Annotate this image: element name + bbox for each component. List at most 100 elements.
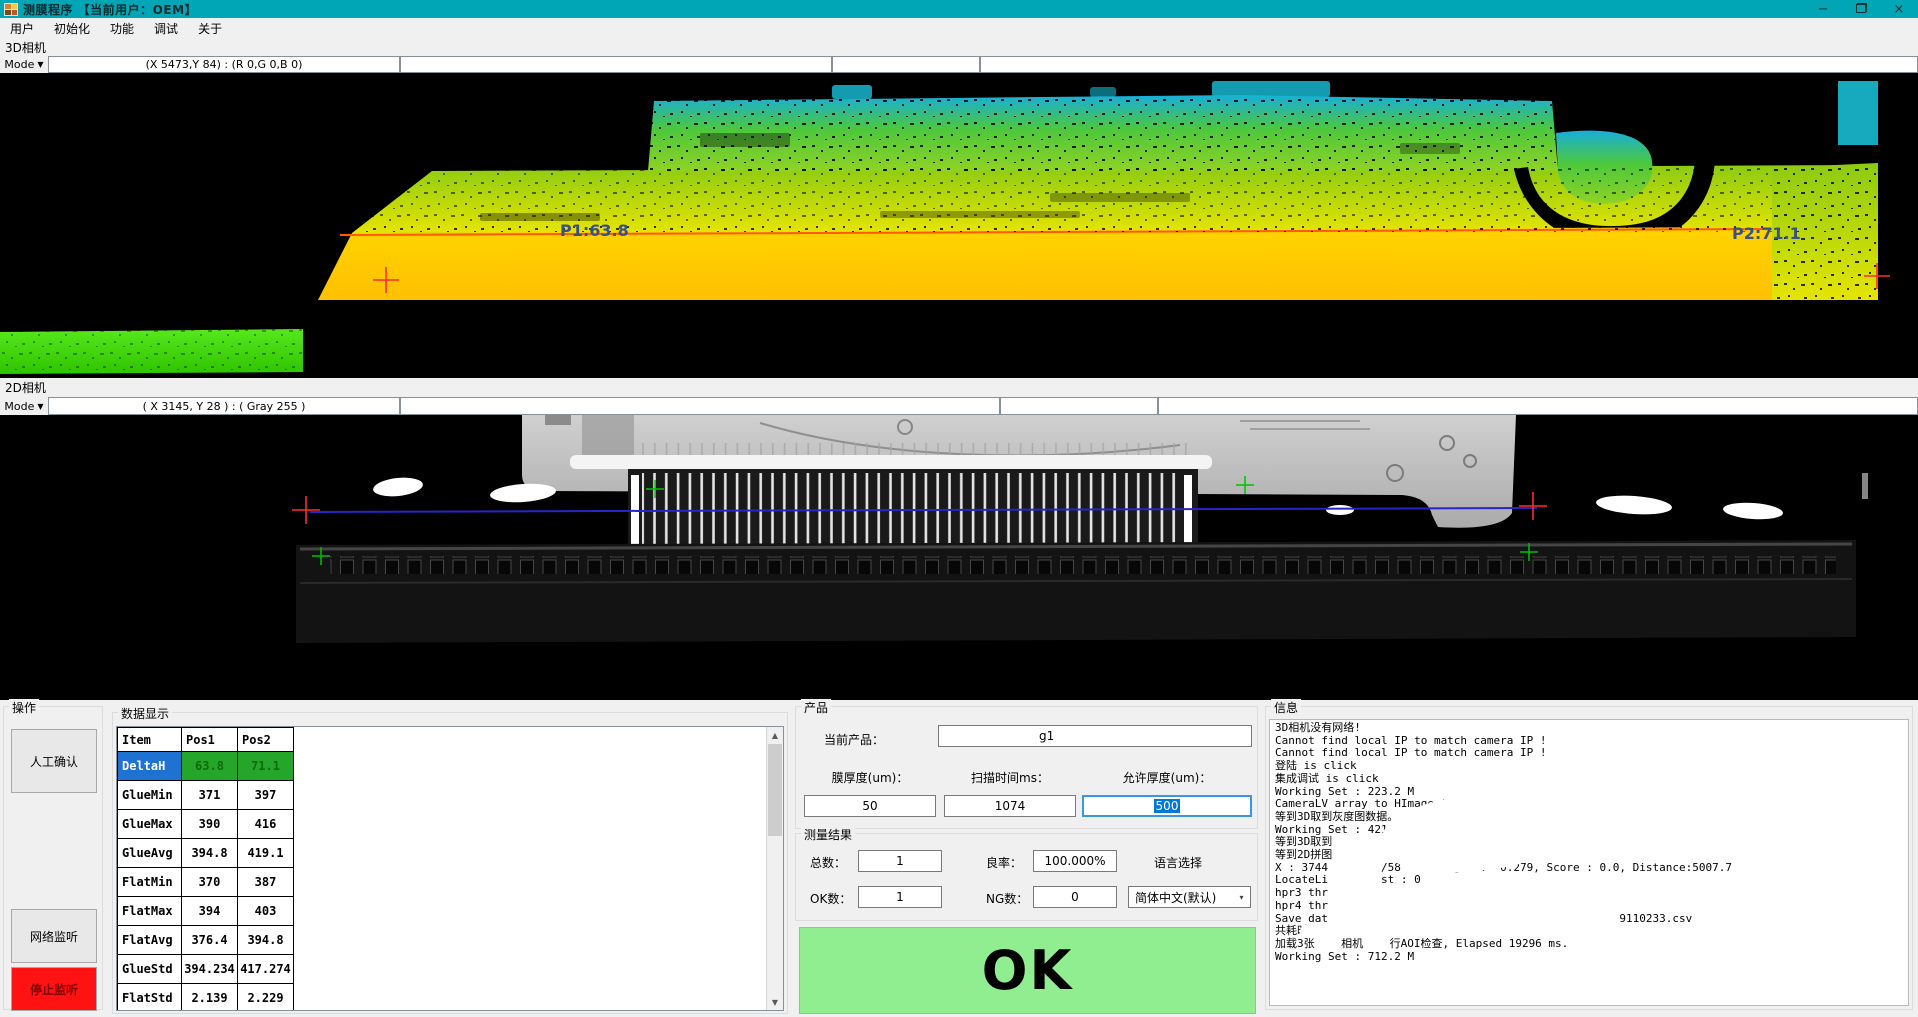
pos1-cell: 376.4 — [182, 926, 238, 955]
log-line: 等到2D拼图 — [1275, 849, 1903, 862]
ng-count-label: NG数： — [986, 890, 1028, 907]
item-cell: FlatMin — [118, 868, 182, 897]
product-group: 产品 当前产品： g1 膜厚度(um)： 扫描时间ms： 允许厚度(um)： 5… — [795, 706, 1258, 829]
manual-confirm-button[interactable]: 人工确认 — [11, 729, 97, 793]
item-cell: GlueStd — [118, 955, 182, 984]
pos2-cell: 419.1 — [238, 839, 294, 868]
table-header-cell: Pos1 — [182, 728, 238, 752]
camera3d-status-cell-3 — [832, 56, 980, 73]
pos2-cell: 394.8 — [238, 926, 294, 955]
pos2-cell: 71.1 — [238, 752, 294, 781]
log-line: Working Set : 712.2 M — [1275, 951, 1903, 964]
camera3d-section-label: 3D相机 — [0, 38, 1918, 56]
2d-view-canvas[interactable] — [0, 415, 1918, 700]
pos2-cell: 397 — [238, 781, 294, 810]
allowed-thickness-label: 允许厚度(um)： — [1082, 769, 1252, 786]
log-line: hpr4 thr — [1275, 900, 1903, 913]
network-listen-button[interactable]: 网络监听 — [11, 909, 97, 963]
scroll-up-icon[interactable]: ▲ — [767, 727, 783, 743]
info-group: 信息 3D相机没有网络!Cannot find local IP to matc… — [1265, 706, 1913, 1010]
yield-label: 良率： — [986, 854, 1022, 871]
log-line: 等到3D取到灰度图数据。 — [1275, 811, 1903, 824]
camera3d-status-cell-2 — [400, 56, 832, 73]
scan-time-label: 扫描时间ms： — [944, 769, 1076, 786]
result-verdict-panel: OK — [799, 927, 1256, 1014]
table-row[interactable]: GlueMin 371 397 — [118, 781, 294, 810]
menu-about[interactable]: 关于 — [188, 18, 232, 39]
maximize-icon — [1856, 3, 1867, 13]
pos1-cell: 394.234 — [182, 955, 238, 984]
info-log[interactable]: 3D相机没有网络! Cannot find local IP to match c… — [1269, 719, 1909, 1006]
window-title: 测膜程序 【当前用户：OEM】 — [23, 1, 197, 18]
operations-group: 操作 人工确认 网络监听 停止监听 — [3, 706, 103, 1010]
redaction-blob — [941, 728, 1021, 744]
total-count-label: 总数： — [810, 854, 846, 871]
3d-view-canvas[interactable]: P1:63.8 P2:71.1 — [0, 73, 1918, 378]
yield-input[interactable]: 100.000% — [1033, 850, 1117, 872]
log-line: 集成调试 is click — [1275, 773, 1903, 786]
table-row[interactable]: FlatStd 2.139 2.229 — [118, 984, 294, 1012]
data-table-area: ItemPos1Pos2 DeltaH 63.8 71.1 GlueMin 37 — [116, 726, 784, 1011]
table-header-cell: Item — [118, 728, 182, 752]
camera2d-mode-bar: Mode ▼ ( X 3145, Y 28 ) : ( Gray 255 ) — [0, 397, 1918, 415]
pos1-cell: 63.8 — [182, 752, 238, 781]
menu-function[interactable]: 功能 — [100, 18, 144, 39]
film-thickness-label: 膜厚度(um)： — [804, 769, 936, 786]
camera2d-mode-dropdown[interactable]: Mode ▼ — [0, 397, 48, 415]
pos1-cell: 394 — [182, 897, 238, 926]
table-row[interactable]: DeltaH 63.8 71.1 — [118, 752, 294, 781]
title-bar: 测膜程序 【当前用户：OEM】 − × — [0, 0, 1918, 18]
item-cell: GlueAvg — [118, 839, 182, 868]
scan-time-input[interactable]: 1074 — [944, 795, 1076, 817]
minimize-button[interactable]: − — [1804, 2, 1842, 17]
camera2d-section-label: 2D相机 — [0, 378, 1918, 397]
table-header-cell: Pos2 — [238, 728, 294, 752]
p1-measure-label: P1:63.8 — [560, 221, 629, 240]
log-line: 3D相机没有网络! — [1275, 722, 1903, 735]
close-button[interactable]: × — [1880, 2, 1918, 17]
table-row[interactable]: FlatAvg 376.4 394.8 — [118, 926, 294, 955]
table-row[interactable]: GlueStd 394.234 417.274 — [118, 955, 294, 984]
scroll-down-icon[interactable]: ▼ — [767, 994, 783, 1010]
current-product-input[interactable]: g1 — [938, 725, 1252, 747]
maximize-button[interactable] — [1842, 2, 1880, 17]
ok-count-input[interactable]: 1 — [858, 886, 942, 908]
stop-listen-button[interactable]: 停止监听 — [11, 967, 97, 1011]
film-thickness-input[interactable]: 50 — [804, 795, 936, 817]
p2-measure-label: P2:71.1 — [1732, 224, 1801, 243]
item-cell: FlatMax — [118, 897, 182, 926]
item-cell: FlatAvg — [118, 926, 182, 955]
camera3d-mode-dropdown[interactable]: Mode ▼ — [0, 56, 48, 73]
product-group-title: 产品 — [801, 699, 831, 716]
table-scrollbar[interactable]: ▲ ▼ — [766, 727, 783, 1010]
log-line: Cannot find local IP to match camera IP … — [1275, 747, 1903, 760]
redaction-blob — [1328, 912, 1613, 926]
table-row[interactable]: FlatMin 370 387 — [118, 868, 294, 897]
results-group: 测量结果 总数： 1 良率： 100.000% 语言选择 OK数： 1 NG数：… — [795, 833, 1258, 921]
pos1-cell: 390 — [182, 810, 238, 839]
log-line: hpr3 thr — [1275, 887, 1903, 900]
menu-user[interactable]: 用户 — [0, 18, 44, 39]
menu-init[interactable]: 初始化 — [44, 18, 100, 39]
ng-count-input[interactable]: 0 — [1033, 886, 1117, 908]
total-count-input[interactable]: 1 — [858, 850, 942, 872]
camera2d-status-cell-2 — [400, 397, 1000, 415]
results-group-title: 测量结果 — [801, 826, 855, 843]
camera3d-pixel-status: (X 5473,Y 84) : (R 0,G 0,B 0) — [48, 56, 400, 73]
table-header-row: ItemPos1Pos2 — [118, 728, 294, 752]
table-row[interactable]: GlueMax 390 416 — [118, 810, 294, 839]
allowed-thickness-input[interactable]: 500 — [1082, 795, 1252, 817]
info-group-title: 信息 — [1271, 699, 1301, 716]
log-line: 登陆 is click — [1275, 760, 1903, 773]
table-row[interactable]: GlueAvg 394.8 419.1 — [118, 839, 294, 868]
item-cell: GlueMax — [118, 810, 182, 839]
scrollbar-thumb[interactable] — [768, 744, 782, 836]
language-select-dropdown[interactable]: 简体中文(默认) ▾ — [1128, 886, 1251, 908]
selected-text: 500 — [1154, 799, 1181, 813]
pos1-cell: 2.139 — [182, 984, 238, 1012]
table-row[interactable]: FlatMax 394 403 — [118, 897, 294, 926]
current-product-label: 当前产品： — [824, 731, 884, 748]
pos2-cell: 403 — [238, 897, 294, 926]
menu-debug[interactable]: 调试 — [144, 18, 188, 39]
pos2-cell: 387 — [238, 868, 294, 897]
